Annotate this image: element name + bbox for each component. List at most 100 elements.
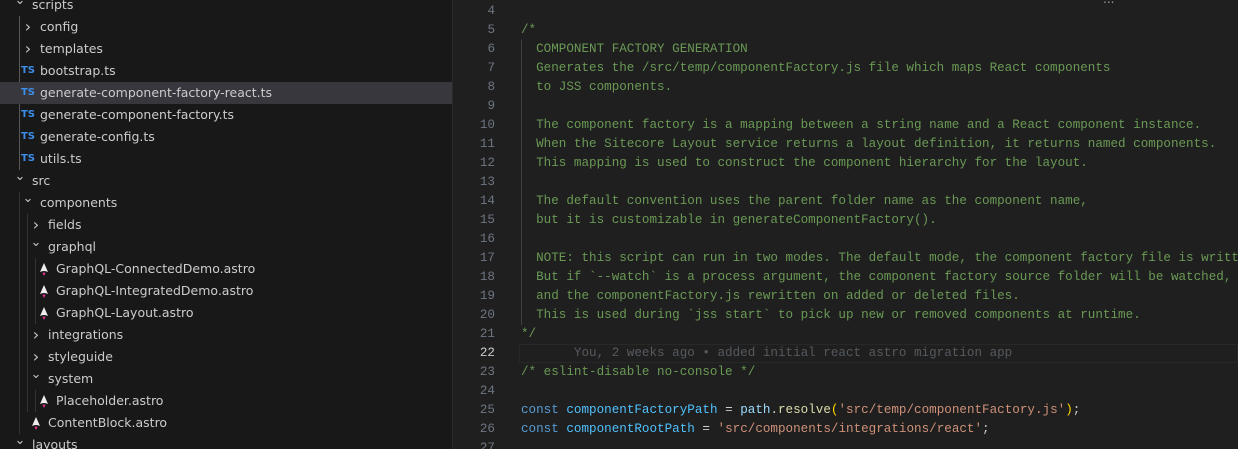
tree-item-label: components	[40, 195, 118, 210]
token-var: componentFactoryPath	[566, 402, 718, 417]
tree-file[interactable]: GraphQL-IntegratedDemo.astro	[0, 280, 452, 302]
tree-folder[interactable]: › fields	[0, 214, 452, 236]
tree-item-label: ContentBlock.astro	[48, 415, 168, 430]
code-line[interactable]: 13	[453, 173, 1238, 192]
code-text: const componentFactoryPath = path.resolv…	[521, 401, 1080, 420]
code-line[interactable]: 9	[453, 97, 1238, 116]
line-number: 19	[479, 288, 495, 303]
chevron-down-icon: ⌄	[22, 191, 34, 206]
tree-folder[interactable]: ⌄ graphql	[0, 236, 452, 258]
code-line[interactable]: 26 const componentRootPath = 'src/compone…	[453, 420, 1238, 439]
code-text: to JSS components.	[521, 78, 672, 97]
code-line[interactable]: 25 const componentFactoryPath = path.reso…	[453, 401, 1238, 420]
chevron-right-icon: ›	[32, 215, 40, 234]
line-number: 26	[479, 421, 495, 436]
line-number: 27	[479, 440, 495, 449]
token-comment: */	[521, 326, 537, 341]
tree-item-label: generate-component-factory-react.ts	[40, 85, 273, 100]
typescript-file-icon: TS	[20, 65, 36, 76]
typescript-file-icon: TS	[20, 153, 36, 164]
code-line[interactable]: 22 You, 2 weeks ago • added initial reac…	[453, 343, 1238, 363]
chevron-down-icon: ⌄	[14, 169, 26, 184]
token-str: 'src/components/integrations/react'	[717, 421, 983, 436]
code-line[interactable]: 7 Generates the /src/temp/componentFacto…	[453, 59, 1238, 78]
code-line[interactable]: 23 /* eslint-disable no-console */	[453, 363, 1238, 382]
code-text: /* eslint-disable no-console */	[521, 363, 755, 382]
tree-file[interactable]: TS generate-component-factory-react.ts	[0, 82, 452, 104]
code-line[interactable]: 19 and the componentFactory.js rewritten…	[453, 287, 1238, 306]
line-number: 12	[479, 155, 495, 170]
code-text: Generates the /src/temp/componentFactory…	[521, 59, 1110, 78]
code-line[interactable]: 18 But if `--watch` is a process argumen…	[453, 268, 1238, 287]
tree-folder[interactable]: ⌄ src	[0, 170, 452, 192]
token-comment: This is used during `jss start` to pick …	[521, 307, 1141, 322]
code-line[interactable]: 10 The component factory is a mapping be…	[453, 116, 1238, 135]
tree-file[interactable]: GraphQL-Layout.astro	[0, 302, 452, 324]
code-line[interactable]: 20 This is used during `jss start` to pi…	[453, 306, 1238, 325]
typescript-file-icon: TS	[20, 109, 36, 120]
token-blame: You, 2 weeks ago • added initial react a…	[521, 345, 1013, 360]
code-line[interactable]: 27	[453, 439, 1238, 449]
tree-item-label: styleguide	[48, 349, 113, 364]
code-line[interactable]: 16	[453, 230, 1238, 249]
line-number: 11	[479, 136, 495, 151]
code-editor[interactable]: ... 45/*6 COMPONENT FACTORY GENERATION7 …	[453, 0, 1238, 449]
tree-folder[interactable]: ⌄ system	[0, 368, 452, 390]
code-line[interactable]: 17 NOTE: this script can run in two mode…	[453, 249, 1238, 268]
token-comment: /*	[521, 22, 537, 37]
line-number: 6	[487, 41, 495, 56]
tree-item-label: system	[48, 371, 94, 386]
code-text: /*	[521, 21, 536, 40]
code-text: This is used during `jss start` to pick …	[521, 306, 1141, 325]
code-line[interactable]: 24	[453, 382, 1238, 401]
code-line[interactable]: 6 COMPONENT FACTORY GENERATION	[453, 40, 1238, 59]
tree-item-label: layouts	[32, 437, 78, 449]
tree-file[interactable]: TS generate-component-factory.ts	[0, 104, 452, 126]
tree-folder[interactable]: ⌄ scripts	[0, 0, 452, 16]
astro-file-icon	[36, 258, 52, 280]
code-line[interactable]: 12 This mapping is used to construct the…	[453, 154, 1238, 173]
tree-file[interactable]: TS generate-config.ts	[0, 126, 452, 148]
tree-file[interactable]: GraphQL-ConnectedDemo.astro	[0, 258, 452, 280]
line-number: 15	[479, 212, 495, 227]
tree-file[interactable]: Placeholder.astro	[0, 390, 452, 412]
code-text: But if `--watch` is a process argument, …	[521, 268, 1231, 287]
tree-item-label: fields	[48, 217, 82, 232]
token-var: componentRootPath	[566, 421, 695, 436]
tree-item-label: Placeholder.astro	[56, 393, 164, 408]
astro-file-icon	[28, 412, 44, 434]
code-line[interactable]: 21 */	[453, 325, 1238, 344]
tree-folder[interactable]: › config	[0, 16, 452, 38]
tree-item-label: graphql	[48, 239, 96, 254]
token-comment: The component factory is a mapping betwe…	[521, 117, 1202, 132]
tree-folder[interactable]: › styleguide	[0, 346, 452, 368]
tree-item-label: src	[32, 173, 51, 188]
token-ident: path	[740, 402, 771, 417]
code-line[interactable]: 11 When the Sitecore Layout service retu…	[453, 135, 1238, 154]
token-comment: and the componentFactory.js rewritten on…	[521, 288, 1020, 303]
tree-file[interactable]: TS bootstrap.ts	[0, 60, 452, 82]
tree-folder[interactable]: ⌄ layouts	[0, 434, 452, 449]
code-line[interactable]: 15 but it is customizable in generateCom…	[453, 211, 1238, 230]
line-number: 14	[479, 193, 495, 208]
code-text: COMPONENT FACTORY GENERATION	[521, 40, 748, 59]
typescript-file-icon: TS	[20, 87, 36, 98]
tree-file[interactable]: TS utils.ts	[0, 148, 452, 170]
tree-file[interactable]: ContentBlock.astro	[0, 412, 452, 434]
code-line[interactable]: 8 to JSS components.	[453, 78, 1238, 97]
code-text: but it is customizable in generateCompon…	[521, 211, 937, 230]
code-line[interactable]: 5 /*	[453, 21, 1238, 40]
code-line[interactable]: 4	[453, 2, 1238, 21]
tree-folder[interactable]: › integrations	[0, 324, 452, 346]
line-number: 16	[479, 231, 495, 246]
tree-folder[interactable]: › templates	[0, 38, 452, 60]
tree-folder[interactable]: ⌄ components	[0, 192, 452, 214]
chevron-down-icon: ⌄	[30, 235, 42, 250]
token-plain: ;	[982, 421, 990, 436]
token-fn: resolve	[778, 402, 831, 417]
code-text: This mapping is used to construct the co…	[521, 154, 1088, 173]
token-comment: to JSS components.	[521, 79, 673, 94]
code-line[interactable]: 14 The default convention uses the paren…	[453, 192, 1238, 211]
line-number: 9	[487, 98, 495, 113]
code-text: and the componentFactory.js rewritten on…	[521, 287, 1020, 306]
